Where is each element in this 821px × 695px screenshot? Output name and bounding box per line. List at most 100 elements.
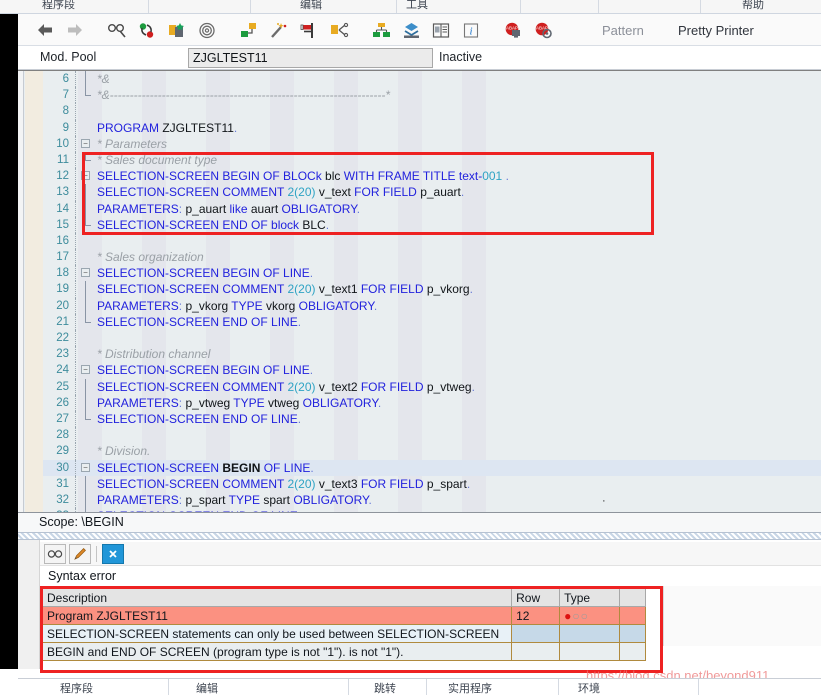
forward-arrow-icon[interactable] (60, 15, 90, 45)
code-text: SELECTION-SCREEN END OF LINE. (97, 411, 301, 427)
code-line[interactable]: 17 * Sales organization (43, 249, 821, 266)
table-row[interactable]: SELECTION-SCREEN statements can only be … (41, 624, 646, 643)
menu-separator (598, 0, 599, 13)
table-row[interactable]: Program ZJGLTEST11 12 ●○○ (41, 606, 646, 625)
fold-bar (85, 378, 86, 395)
edit-pencil-icon[interactable] (69, 543, 91, 564)
fold-guide (75, 313, 76, 330)
object-type-label: Mod. Pool (40, 50, 97, 64)
code-line[interactable]: 10 − * Parameters (43, 135, 821, 152)
code-token: OBLIGATORY (293, 492, 369, 507)
column-header[interactable] (619, 588, 646, 607)
fold-toggle-icon[interactable]: − (81, 171, 90, 181)
fold-guide (75, 330, 76, 347)
display-glasses-icon[interactable] (102, 15, 132, 45)
main-toolbar: i ABAP ABAP Pattern Pretty Printer (18, 14, 821, 46)
where-used-icon[interactable] (234, 15, 264, 45)
menu-item-2[interactable]: 工具 (406, 0, 428, 12)
activate-icon[interactable] (132, 15, 162, 45)
status-item-0[interactable]: 程序段 (60, 680, 93, 695)
code-line[interactable]: 31 SELECTION-SCREEN COMMENT 2(20) v_text3… (43, 475, 821, 492)
code-line[interactable]: 28 (43, 427, 821, 444)
info-icon[interactable]: i (456, 15, 486, 45)
code-lines-container[interactable]: 6 *& 7 *&----------------------------------… (43, 71, 821, 512)
code-token: SELECTION-SCREEN COMMENT (97, 379, 288, 394)
fold-guide (75, 168, 76, 185)
program-name-input[interactable] (188, 48, 433, 68)
copy-object-icon[interactable] (162, 15, 192, 45)
code-line[interactable]: 26 PARAMETERS: p_vtweg TYPE vtweg OBLIGAT… (43, 394, 821, 411)
menu-item-1[interactable]: 编辑 (300, 0, 322, 12)
code-line[interactable]: 7 *&-------------------------------------… (43, 87, 821, 104)
display-glasses-icon[interactable] (44, 543, 66, 564)
code-line[interactable]: 15 SELECTION-SCREEN END OF block BLC. (43, 216, 821, 233)
close-x-icon[interactable] (102, 543, 124, 564)
code-line[interactable]: 12 − SELECTION-SCREEN BEGIN OF BLOCk blc W… (43, 168, 821, 185)
debug-settings-icon[interactable]: ABAP (528, 15, 558, 45)
wand-icon[interactable] (264, 15, 294, 45)
documentation-book-icon[interactable] (426, 15, 456, 45)
code-line[interactable]: 24 − SELECTION-SCREEN BEGIN OF LINE. (43, 362, 821, 379)
code-line[interactable]: 25 SELECTION-SCREEN COMMENT 2(20) v_text2… (43, 378, 821, 395)
circle-target-icon[interactable] (192, 15, 222, 45)
pattern-button[interactable]: Pattern (602, 14, 644, 46)
menu-item-3[interactable]: 帮助 (742, 0, 764, 12)
code-line[interactable]: 22 (43, 330, 821, 347)
code-token: p_vtweg (426, 379, 472, 394)
line-number: 18 (56, 267, 69, 280)
pretty-printer-button[interactable]: Pretty Printer (678, 14, 754, 46)
code-token: SELECTION-SCREEN END OF block (97, 217, 303, 232)
breakpoint-icon[interactable] (294, 15, 324, 45)
fold-toggle-icon[interactable]: − (81, 365, 90, 375)
code-line[interactable]: 20 PARAMETERS: p_vkorg TYPE vkorg OBLIGAT… (43, 297, 821, 314)
code-line[interactable]: 30 − SELECTION-SCREEN BEGIN OF LINE. (43, 459, 821, 476)
fold-bar (85, 71, 86, 88)
fold-toggle-icon[interactable]: − (81, 138, 90, 148)
code-text: SELECTION-SCREEN BEGIN OF LINE. (97, 362, 313, 378)
fold-bar (85, 475, 86, 492)
code-line[interactable]: 21 SELECTION-SCREEN END OF LINE. (43, 313, 821, 330)
back-arrow-icon[interactable] (30, 15, 60, 45)
hierarchy-icon[interactable] (366, 15, 396, 45)
code-line[interactable]: 6 *& (43, 71, 821, 88)
code-line[interactable]: 13 SELECTION-SCREEN COMMENT 2(20) v_text … (43, 184, 821, 201)
stack-icon[interactable] (396, 15, 426, 45)
status-item-2[interactable]: 跳转 (374, 680, 396, 695)
panel-splitter[interactable] (18, 532, 821, 540)
table-row[interactable]: BEGIN and END OF SCREEN (program type is… (41, 642, 646, 661)
code-token: p_auart (420, 185, 461, 200)
fold-guide (75, 394, 76, 411)
code-token: SELECTION-SCREEN COMMENT (97, 185, 288, 200)
code-line[interactable]: 29 * Division. (43, 443, 821, 460)
code-line[interactable]: 32 PARAMETERS: p_spart TYPE spart OBLIGAT… (43, 491, 821, 509)
editor-gutter[interactable] (25, 71, 43, 512)
code-line[interactable]: 27 SELECTION-SCREEN END OF LINE. (43, 410, 821, 428)
code-line[interactable]: 16 (43, 232, 821, 250)
fold-toggle-icon[interactable]: − (81, 268, 90, 278)
code-line[interactable]: 8 (43, 103, 821, 120)
column-header[interactable]: Row (511, 588, 561, 607)
code-text: PARAMETERS: p_vkorg TYPE vkorg OBLIGATOR… (97, 298, 377, 314)
status-item-4[interactable]: 环境 (578, 680, 600, 695)
svg-text:i: i (469, 25, 472, 37)
code-editor[interactable]: 6 *& 7 *&----------------------------------… (18, 70, 821, 512)
code-line[interactable]: 23 * Distribution channel (43, 346, 821, 363)
code-line[interactable]: 11 * Sales document type (43, 151, 821, 169)
menu-separator (520, 0, 521, 13)
menu-item-0[interactable]: 程序段 (42, 0, 75, 12)
code-line[interactable]: 19 SELECTION-SCREEN COMMENT 2(20) v_text1… (43, 281, 821, 298)
status-item-1[interactable]: 编辑 (196, 680, 218, 695)
code-line[interactable]: 18 − SELECTION-SCREEN BEGIN OF LINE. (43, 265, 821, 282)
column-header[interactable]: Type (559, 588, 621, 607)
fold-guide (75, 459, 76, 476)
fold-guide (75, 297, 76, 314)
navigate-icon[interactable] (324, 15, 354, 45)
column-header[interactable]: Description (41, 588, 513, 607)
code-line[interactable]: 14 PARAMETERS: p_auart like auart OBLIGAT… (43, 200, 821, 217)
code-line[interactable]: 9 PROGRAM ZJGLTEST11. (43, 119, 821, 136)
code-token: 001 (482, 169, 503, 184)
line-number: 6 (62, 73, 69, 85)
debug-icon[interactable]: ABAP (498, 15, 528, 45)
fold-toggle-icon[interactable]: − (81, 462, 90, 472)
status-item-3[interactable]: 实用程序 (448, 680, 492, 695)
